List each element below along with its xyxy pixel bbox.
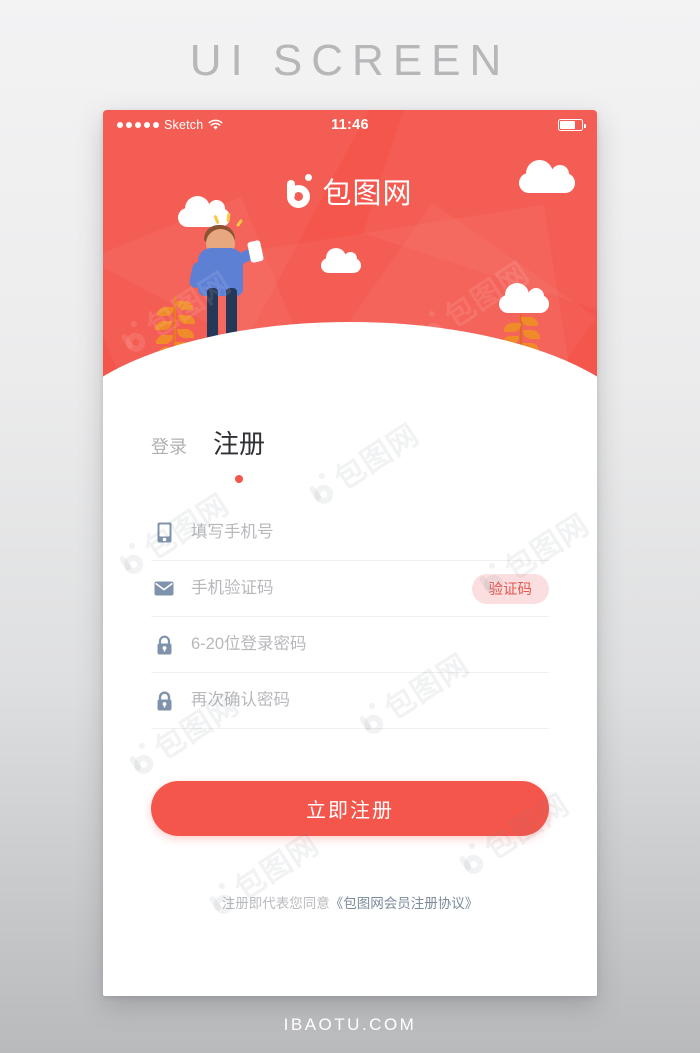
auth-tabs: 登录 注册 — [103, 382, 597, 483]
submit-wrapper: 立即注册 — [103, 781, 597, 836]
field-password — [151, 617, 549, 673]
send-code-button[interactable]: 验证码 — [471, 573, 549, 604]
page-title: UI SCREEN — [189, 36, 511, 85]
phone-input[interactable] — [177, 523, 549, 542]
carrier-label: Sketch — [164, 118, 204, 132]
signal-dots-icon — [117, 122, 159, 128]
form-fields: 验证码 — [103, 505, 597, 729]
field-sms-code: 验证码 — [151, 561, 549, 617]
agreement-prefix: 注册即代表您同意 — [221, 896, 330, 911]
battery-icon — [558, 119, 586, 131]
envelope-icon — [151, 581, 177, 596]
baotu-b-logo-icon — [287, 174, 314, 208]
tab-login[interactable]: 登录 — [151, 433, 187, 459]
field-phone — [151, 505, 549, 561]
tab-register[interactable]: 注册 — [213, 424, 266, 483]
cloud-icon — [321, 248, 361, 273]
mobile-phone-icon — [151, 522, 177, 543]
lock-icon — [151, 691, 177, 711]
password-input[interactable] — [177, 635, 549, 654]
brand-name: 包图网 — [322, 178, 413, 210]
cloud-icon — [499, 283, 549, 313]
agreement-notice: 注册即代表您同意《包图网会员注册协议》 — [103, 892, 597, 912]
agreement-link[interactable]: 《包图网会员注册协议》 — [330, 896, 479, 911]
register-button[interactable]: 立即注册 — [151, 781, 549, 836]
field-confirm-password — [151, 673, 549, 729]
hero-banner — [103, 110, 597, 382]
brand-logo: 包图网 — [103, 170, 597, 212]
tab-register-label: 注册 — [213, 429, 266, 459]
active-tab-indicator — [235, 475, 243, 483]
status-bar: Sketch 11:46 — [103, 110, 597, 140]
lock-icon — [151, 635, 177, 655]
wifi-icon — [208, 119, 223, 131]
form-area: 登录 注册 填写手机号 手机验证码 验证码 6-20位登录密码 再次确认密码 立… — [103, 382, 597, 996]
phone-mockup: Sketch 11:46 包图网 包图网 包图网 包图网 包图网 包 — [103, 110, 597, 996]
site-watermark: IBAOTU.COM — [283, 1015, 417, 1034]
confirm-password-input[interactable] — [177, 691, 549, 710]
